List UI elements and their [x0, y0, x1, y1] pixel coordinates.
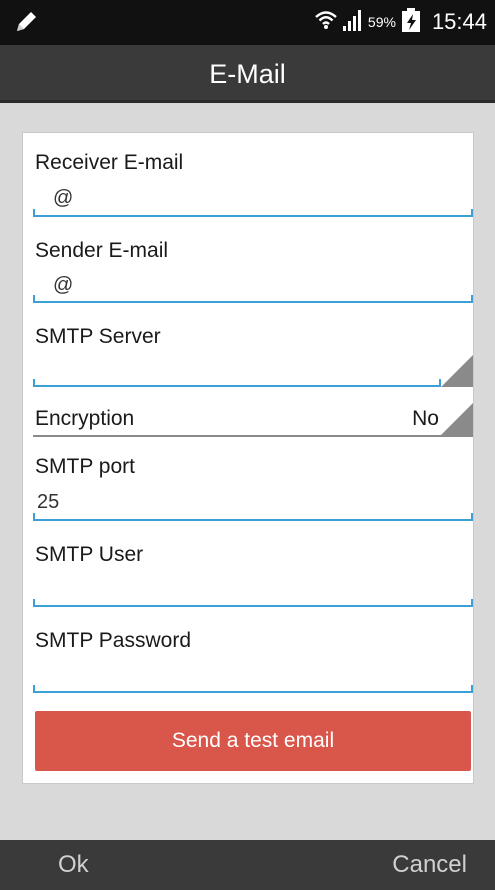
receiver-email-label: Receiver E-mail [35, 151, 184, 174]
pencil-icon [14, 8, 40, 39]
page-title: E-Mail [0, 45, 495, 103]
ok-button[interactable]: Ok [58, 840, 89, 890]
smtp-user-label: SMTP User [35, 543, 144, 566]
bottom-action-bar: Ok Cancel [0, 840, 495, 890]
wifi-icon [314, 8, 338, 37]
smtp-password-label: SMTP Password [35, 629, 191, 652]
smtp-server-dropdown-icon[interactable] [441, 355, 473, 387]
encryption-label: Encryption [35, 407, 135, 430]
sender-email-label: Sender E-mail [35, 239, 169, 262]
receiver-email-field[interactable]: @ [53, 187, 73, 210]
smtp-server-label: SMTP Server [35, 325, 161, 348]
status-bar: 59% 15:44 [0, 0, 495, 45]
smtp-port-underline [33, 513, 473, 521]
encryption-divider [33, 435, 473, 437]
smtp-password-underline [33, 685, 473, 693]
smtp-server-underline [33, 379, 441, 387]
cancel-button[interactable]: Cancel [392, 840, 467, 890]
signal-icon [342, 8, 364, 37]
sender-email-field[interactable]: @ [53, 274, 73, 297]
sender-email-underline [33, 295, 473, 303]
receiver-email-underline [33, 209, 473, 217]
battery-charging-icon [400, 7, 422, 38]
encryption-row[interactable]: Encryption No [33, 401, 473, 437]
send-test-email-button[interactable]: Send a test email [35, 711, 471, 771]
email-settings-form: Receiver E-mail @ Sender E-mail @ SMTP S… [22, 132, 474, 784]
smtp-port-field[interactable]: 25 [37, 491, 59, 514]
clock: 15:44 [431, 9, 487, 34]
smtp-user-underline [33, 599, 473, 607]
battery-percent: 59% [367, 14, 396, 30]
encryption-dropdown-icon[interactable] [441, 403, 473, 435]
smtp-port-label: SMTP port [35, 455, 135, 478]
encryption-value: No [412, 407, 439, 430]
